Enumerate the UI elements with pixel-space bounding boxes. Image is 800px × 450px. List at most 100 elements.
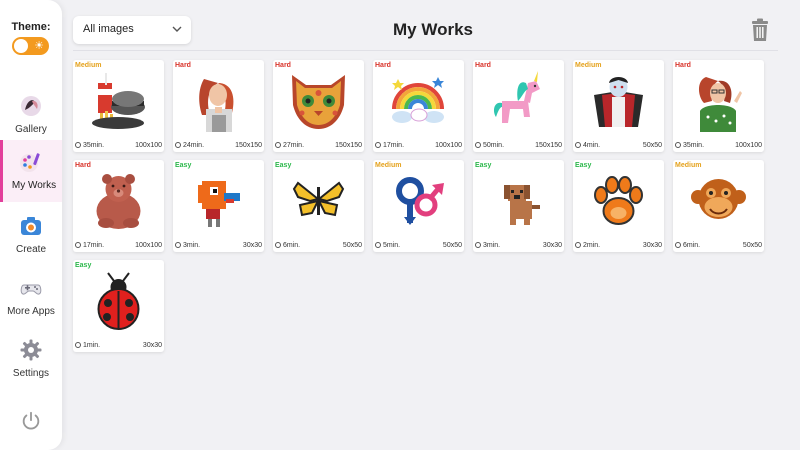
clock-icon bbox=[475, 142, 481, 148]
sidebar-item-create[interactable]: Create bbox=[0, 204, 62, 266]
work-card[interactable]: Hard 27min. 150x150 bbox=[273, 60, 364, 152]
work-card[interactable]: Medium 35min. 100x100 bbox=[73, 60, 164, 152]
difficulty-label: Easy bbox=[275, 162, 292, 169]
sidebar-item-label: My Works bbox=[11, 180, 57, 191]
time-label: 6min. bbox=[275, 242, 300, 249]
palette-icon bbox=[20, 153, 40, 172]
butterfly-image bbox=[292, 181, 345, 217]
camera-icon bbox=[21, 217, 41, 235]
work-card[interactable]: Hard 35min. 100x100 bbox=[673, 60, 764, 152]
page-title: My Works bbox=[393, 20, 473, 39]
pink-unicorn-image bbox=[494, 71, 540, 123]
sidebar-item-label: Settings bbox=[12, 368, 50, 379]
time-label: 50min. bbox=[475, 142, 504, 149]
woman-polka-dot-image bbox=[699, 77, 742, 132]
difficulty-label: Easy bbox=[75, 262, 92, 269]
clock-icon bbox=[675, 142, 681, 148]
monkey-image bbox=[691, 179, 746, 219]
trash-icon[interactable] bbox=[750, 18, 770, 42]
soda-burger-fries-image bbox=[92, 73, 145, 129]
difficulty-label: Hard bbox=[675, 62, 691, 69]
work-card[interactable]: Hard 24min. 150x150 bbox=[173, 60, 264, 152]
size-label: 50x50 bbox=[442, 242, 462, 249]
time-value: 2min. bbox=[583, 242, 601, 249]
sun-icon: ☀ bbox=[34, 40, 44, 52]
difficulty-label: Easy bbox=[175, 162, 192, 169]
difficulty-label: Medium bbox=[575, 62, 602, 69]
difficulty-label: Easy bbox=[475, 162, 492, 169]
work-card[interactable]: Easy 6min. 50x50 bbox=[273, 160, 364, 252]
size-label: 100x100 bbox=[735, 142, 762, 149]
chevron-down-icon bbox=[172, 26, 182, 32]
dog-image bbox=[504, 185, 540, 225]
time-label: 17min. bbox=[75, 242, 104, 249]
clock-icon bbox=[575, 242, 581, 248]
difficulty-label: Hard bbox=[75, 162, 91, 169]
work-card[interactable]: Medium 5min. 50x50 bbox=[373, 160, 464, 252]
work-card[interactable]: Hard 17min. 100x100 bbox=[73, 160, 164, 252]
clock-icon bbox=[275, 242, 281, 248]
sidebar-item-more-apps[interactable]: More Apps bbox=[0, 266, 62, 328]
work-card[interactable]: Medium 4min. 50x50 bbox=[573, 60, 664, 152]
size-label: 50x50 bbox=[342, 242, 362, 249]
time-label: 3min. bbox=[175, 242, 200, 249]
sidebar-item-gallery[interactable]: Gallery bbox=[0, 84, 62, 146]
time-value: 6min. bbox=[683, 242, 701, 249]
work-card[interactable]: Hard 50min. 150x150 bbox=[473, 60, 564, 152]
time-label: 2min. bbox=[575, 242, 600, 249]
work-card[interactable]: Easy 1min. 30x30 bbox=[73, 260, 164, 352]
time-label: 24min. bbox=[175, 142, 204, 149]
time-value: 4min. bbox=[583, 142, 601, 149]
difficulty-label: Medium bbox=[675, 162, 702, 169]
clock-icon bbox=[575, 142, 581, 148]
time-value: 27min. bbox=[283, 142, 305, 149]
time-value: 6min. bbox=[283, 242, 301, 249]
sidebar-item-settings[interactable]: Settings bbox=[0, 328, 62, 390]
sidebar-item-my-works[interactable]: My Works bbox=[0, 140, 62, 202]
sidebar-item-label: Gallery bbox=[15, 124, 47, 135]
clock-icon bbox=[475, 242, 481, 248]
orange-bird-image bbox=[198, 181, 240, 227]
work-card[interactable]: Easy 2min. 30x30 bbox=[573, 160, 664, 252]
clock-icon bbox=[375, 242, 381, 248]
time-label: 1min. bbox=[75, 342, 100, 349]
gender-symbols-image bbox=[396, 177, 444, 225]
work-card[interactable]: Hard 17min. 100x100 bbox=[373, 60, 464, 152]
theme-toggle[interactable]: ☀ bbox=[12, 37, 49, 55]
theme-label: Theme: bbox=[11, 21, 51, 33]
clock-icon bbox=[675, 242, 681, 248]
difficulty-label: Medium bbox=[375, 162, 402, 169]
time-value: 3min. bbox=[483, 242, 501, 249]
rainbow-unicorn-image bbox=[392, 77, 444, 123]
work-card[interactable]: Medium 6min. 50x50 bbox=[673, 160, 764, 252]
time-value: 50min. bbox=[483, 142, 505, 149]
gallery-icon bbox=[21, 96, 41, 116]
time-label: 6min. bbox=[675, 242, 700, 249]
difficulty-label: Medium bbox=[75, 62, 102, 69]
image-filter-dropdown[interactable]: All images bbox=[73, 16, 191, 44]
clock-icon bbox=[75, 242, 81, 248]
size-label: 100x100 bbox=[135, 242, 162, 249]
time-label: 35min. bbox=[75, 142, 104, 149]
difficulty-label: Easy bbox=[575, 162, 592, 169]
clock-icon bbox=[175, 242, 181, 248]
clock-icon bbox=[375, 142, 381, 148]
size-label: 150x150 bbox=[335, 142, 362, 149]
ladybug-image bbox=[97, 272, 140, 330]
time-value: 17min. bbox=[383, 142, 405, 149]
work-card[interactable]: Easy 3min. 30x30 bbox=[473, 160, 564, 252]
vampire-image bbox=[594, 77, 643, 127]
time-value: 1min. bbox=[83, 342, 101, 349]
clock-icon bbox=[75, 342, 81, 348]
gear-icon bbox=[20, 339, 42, 361]
clock-icon bbox=[175, 142, 181, 148]
power-icon[interactable] bbox=[20, 410, 42, 432]
time-value: 24min. bbox=[183, 142, 205, 149]
size-label: 30x30 bbox=[242, 242, 262, 249]
brown-bear-image bbox=[96, 174, 141, 229]
work-card[interactable]: Easy 3min. 30x30 bbox=[173, 160, 264, 252]
time-label: 35min. bbox=[675, 142, 704, 149]
filter-value: All images bbox=[83, 23, 134, 35]
toggle-knob bbox=[14, 39, 28, 53]
size-label: 150x150 bbox=[235, 142, 262, 149]
